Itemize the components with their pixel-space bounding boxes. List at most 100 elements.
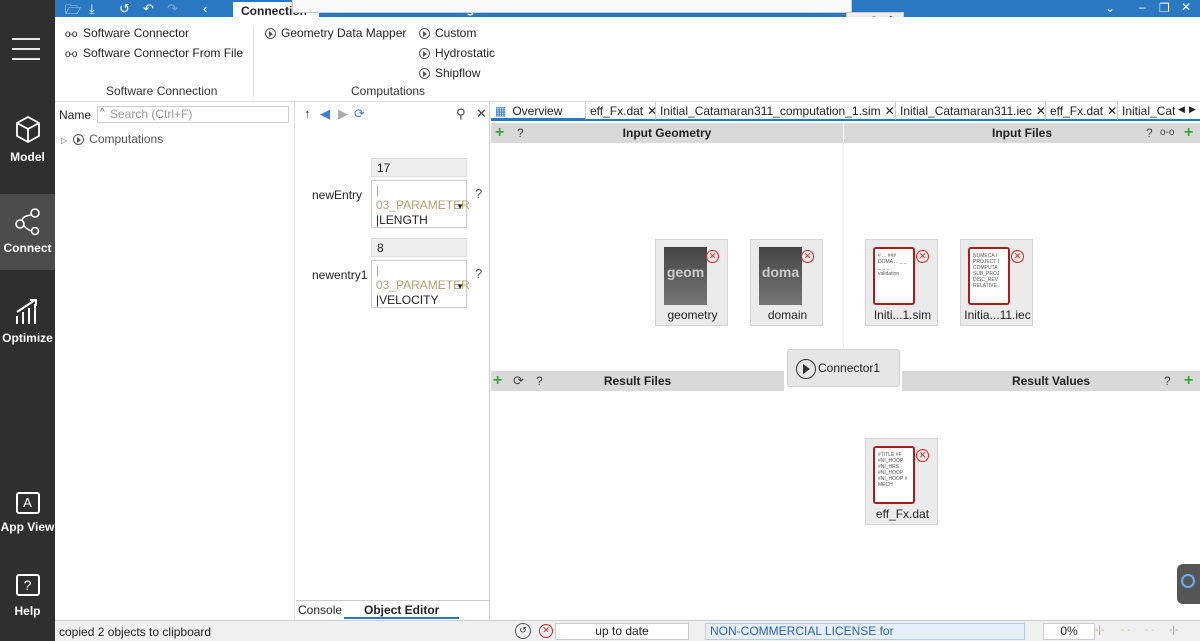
rail-connect[interactable]: Connect [0,194,55,270]
refresh-icon[interactable]: ⟳ [513,371,524,391]
green-status-icon: - - [1145,625,1155,636]
history-icon[interactable]: ↺ [515,623,531,639]
tab-console[interactable]: Console [298,603,342,617]
help-question-icon[interactable]: ? [1146,123,1153,143]
overview-grid-icon: ▦ [495,104,507,118]
custom-button[interactable]: Custom [419,26,476,40]
close-icon[interactable]: ✕ [1181,0,1191,14]
tab-object-editor[interactable]: Object Editor [344,603,460,619]
sync-icon[interactable]: ⟳ [354,106,365,122]
ribbon-separator [253,25,254,97]
help-question-icon[interactable]: ? [475,186,482,201]
status-message: copied 2 objects to clipboard [59,625,212,639]
expand-arrow-icon[interactable]: ▷ [61,136,67,145]
geometry-tile[interactable]: geom ✕ geometry [655,239,728,326]
document-tabs: ▦Overview eff_Fx.dat✕ Initial_Catamaran3… [491,102,1200,121]
close-tab-icon[interactable]: ✕ [1107,104,1117,118]
geometry-thumbnail: geom [664,247,707,305]
connector1-node[interactable]: Connector1 [787,349,900,387]
newentry1-unit-select[interactable]: | 03_PARAMETER |VELOCITY ▼ [371,260,470,308]
section-divider [843,143,844,371]
minimize-icon[interactable]: – [1139,0,1146,14]
rail-optimize[interactable]: Optimize [0,290,55,370]
play-circle-icon [73,134,85,145]
restore-icon[interactable]: ❐ [1159,1,1170,15]
left-rail: Model Connect Optimize A App View ? Help [0,0,55,641]
sim-file-tile[interactable]: # ... ### DOMA ... _ _ _ _ _ validation … [865,239,938,326]
collapse-left-icon[interactable]: ‹ [203,1,207,16]
help-question-icon[interactable]: ? [536,371,543,391]
back-icon[interactable]: ◀ [320,106,330,122]
close-tab-icon[interactable]: ✕ [885,104,895,118]
dropdown-caret-icon: ▼ [456,202,464,211]
chevron-down-icon[interactable]: ⌄ [1105,1,1115,15]
tab-eff-fx-dat-2[interactable]: eff_Fx.dat ✕ [1046,102,1118,120]
rail-model[interactable]: Model [0,110,55,190]
group-software-connection: Software Connection [106,84,218,98]
newentry1-label: newentry1 [312,268,368,282]
domain-thumbnail: doma [759,247,802,305]
redo-icon[interactable]: ↷ [167,1,178,17]
progress-indicator: 0% [1043,623,1095,640]
gray-status-icon: -|- [1169,625,1179,636]
help-question-icon[interactable]: ? [1164,371,1171,391]
tree-search-input[interactable]: Search (Ctrl+F) [97,106,289,123]
newentry1-value-field[interactable]: 8 [371,238,467,257]
run-play-icon[interactable] [796,358,816,379]
software-connector-button[interactable]: o-o Software Connector [65,26,189,40]
tree-item-computations[interactable]: ▷ Computations [61,132,163,146]
stop-icon[interactable]: ✕ [539,624,553,638]
tab-initial-cat[interactable]: Initial_Cat [1118,102,1176,120]
pin-icon[interactable]: ↑ [304,106,311,121]
undo-icon[interactable]: ↶ [143,1,154,17]
add-icon[interactable]: + [493,371,502,391]
hydrostatic-button[interactable]: Hydrostatic [419,46,495,60]
software-connector-file-button[interactable]: o-o Software Connector From File [65,46,243,60]
add-icon[interactable]: + [1184,371,1193,391]
delete-icon[interactable]: ✕ [916,449,929,462]
close-icon[interactable]: ✕ [476,106,487,122]
history-undo-icon[interactable]: ↺ [119,1,130,17]
rail-model-label: Model [10,150,45,164]
delete-icon[interactable]: ✕ [1011,250,1024,263]
file-document-icon: NUMECA I PROJECT I COMPUTA SUB_PROJ DISC… [968,247,1010,305]
menu-icon[interactable] [12,38,40,60]
geometry-data-mapper-button[interactable]: Geometry Data Mapper [265,26,406,40]
tab-scroll-right-icon[interactable]: ▶ [1189,104,1196,115]
tab-eff-fx-dat[interactable]: eff_Fx.dat✕ [586,102,656,120]
tab-initial-catamaran-iec[interactable]: Initial_Catamaran311.iec ✕ [896,102,1046,120]
side-drawer-handle[interactable] [1177,564,1200,604]
help-question-icon[interactable]: ? [517,123,524,143]
domain-tile[interactable]: doma ✕ domain [750,239,823,326]
license-info: NON-COMMERCIAL LICENSE for s55358@ocean.… [705,623,1025,641]
rail-help[interactable]: ? Help [0,572,55,632]
forward-icon[interactable]: ▶ [338,106,348,122]
close-tab-icon[interactable]: ✕ [647,104,655,118]
eff-fx-dat-tile[interactable]: #TITLE #F #NI_HOOP #NI_HRS #NI_HOOP #NI_… [865,438,938,525]
shipflow-button[interactable]: Shipflow [419,66,480,80]
rail-connect-label: Connect [3,241,52,255]
status-bar: copied 2 objects to clipboard ↺ ✕ up to … [55,620,1200,641]
tab-overview[interactable]: ▦ Overview [491,102,586,120]
sort-caret-icon[interactable]: ^ [100,107,105,118]
help-question-icon[interactable]: ? [475,266,482,281]
add-icon[interactable]: + [495,123,504,143]
delete-icon[interactable]: ✕ [706,250,719,263]
delete-icon[interactable]: ✕ [916,250,929,263]
floating-toolbar [292,0,852,13]
save-download-icon[interactable]: ⤓ [89,1,95,17]
tab-initial-catamaran-sim[interactable]: Initial_Catamaran311_computation_1.sim ✕ [656,102,896,120]
close-tab-icon[interactable]: ✕ [1036,104,1045,118]
connector-icon: o-o [65,49,77,60]
iec-file-tile[interactable]: NUMECA I PROJECT I COMPUTA SUB_PROJ DISC… [960,239,1033,326]
rail-app-view[interactable]: A App View [0,488,55,568]
add-icon[interactable]: + [1184,123,1193,143]
tab-scroll-left-icon[interactable]: ◀ [1178,104,1185,115]
search-icon[interactable]: ⚲ [456,106,466,122]
connector-icon[interactable]: o-o [1160,123,1174,143]
newentry-value-field[interactable]: 17 [371,158,467,177]
newentry-unit-select[interactable]: | 03_PARAMETER |LENGTH ▼ [371,180,470,228]
connector-icon: o-o [65,29,77,40]
delete-icon[interactable]: ✕ [801,250,814,263]
result-files-header: + ⟳ ? Result Files [491,371,784,391]
